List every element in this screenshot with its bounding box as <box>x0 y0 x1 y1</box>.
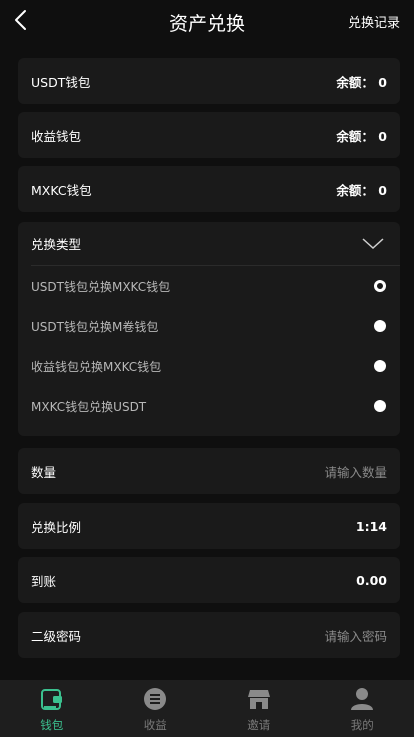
radio-unchecked[interactable] <box>374 400 386 412</box>
store-icon <box>247 690 270 709</box>
user-icon <box>351 688 374 710</box>
arrival-label: 到账 <box>31 573 57 589</box>
exchange-option-income-to-mxkc[interactable]: 收益钱包兑换MXKC钱包 <box>18 346 400 386</box>
password-input[interactable]: 请输入密码 <box>324 626 387 645</box>
quantity-row: 数量 请输入数量 <box>18 448 400 494</box>
password-label: 二级密码 <box>31 628 82 644</box>
ratio-value: 1:14 <box>355 518 387 534</box>
exchange-type-card: 兑换类型 USDT钱包兑换MXKC钱包 USDT钱包兑换M卷钱包 收益钱包兑换M… <box>18 222 400 436</box>
wallet-label: USDT钱包 <box>31 74 91 90</box>
quantity-input[interactable]: 请输入数量 <box>324 462 387 481</box>
exchange-history-link[interactable]: 兑换记录 <box>348 12 400 31</box>
nav-item-income[interactable]: 收益 <box>104 680 208 737</box>
radio-checked[interactable] <box>374 280 386 292</box>
exchange-option-usdt-to-mxkc[interactable]: USDT钱包兑换MXKC钱包 <box>18 266 400 306</box>
arrival-value: 0.00 <box>356 572 387 588</box>
wallet-label: 收益钱包 <box>31 128 82 144</box>
mxkc-wallet-row: MXKC钱包 余额： 0 <box>18 166 400 212</box>
asset-exchange-page: 资产兑换 兑换记录 USDT钱包 余额： 0 收益钱包 余额： 0 MXKC钱包… <box>0 0 414 737</box>
arrival-row: 到账 0.00 <box>18 557 400 603</box>
nav-item-mine[interactable]: 我的 <box>311 680 414 737</box>
nav-item-invite[interactable]: 邀请 <box>207 680 311 737</box>
nav-label: 我的 <box>350 718 374 732</box>
option-label: 收益钱包兑换MXKC钱包 <box>31 359 162 374</box>
exchange-option-usdt-to-m[interactable]: USDT钱包兑换M卷钱包 <box>18 306 400 346</box>
nav-label: 收益 <box>143 718 167 732</box>
wallet-balance: 余额： 0 <box>336 128 387 144</box>
option-label: MXKC钱包兑换USDT <box>31 399 147 414</box>
option-label: USDT钱包兑换M卷钱包 <box>31 319 159 334</box>
exchange-type-dropdown[interactable]: 兑换类型 <box>31 222 400 266</box>
exchange-type-label: 兑换类型 <box>31 237 82 252</box>
chevron-down-icon <box>362 237 384 249</box>
option-label: USDT钱包兑换MXKC钱包 <box>31 279 171 294</box>
usdt-wallet-row: USDT钱包 余额： 0 <box>18 58 400 104</box>
ratio-label: 兑换比例 <box>31 519 82 535</box>
quantity-label: 数量 <box>31 464 57 480</box>
wallet-label: MXKC钱包 <box>31 182 92 198</box>
wallet-balance: 余额： 0 <box>336 74 387 90</box>
bottom-nav: 钱包 收益 邀请 我的 <box>0 680 414 737</box>
list-icon <box>144 688 167 710</box>
income-wallet-row: 收益钱包 余额： 0 <box>18 112 400 158</box>
exchange-option-mxkc-to-usdt[interactable]: MXKC钱包兑换USDT <box>18 386 400 426</box>
wallet-balance: 余额： 0 <box>336 182 387 198</box>
ratio-row: 兑换比例 1:14 <box>18 503 400 549</box>
nav-item-wallet[interactable]: 钱包 <box>0 680 104 737</box>
radio-unchecked[interactable] <box>374 360 386 372</box>
radio-unchecked[interactable] <box>374 320 386 332</box>
wallet-icon <box>40 689 62 710</box>
nav-label: 邀请 <box>247 718 271 732</box>
password-row: 二级密码 请输入密码 <box>18 612 400 658</box>
nav-label: 钱包 <box>40 718 64 732</box>
header: 资产兑换 兑换记录 <box>0 0 414 40</box>
